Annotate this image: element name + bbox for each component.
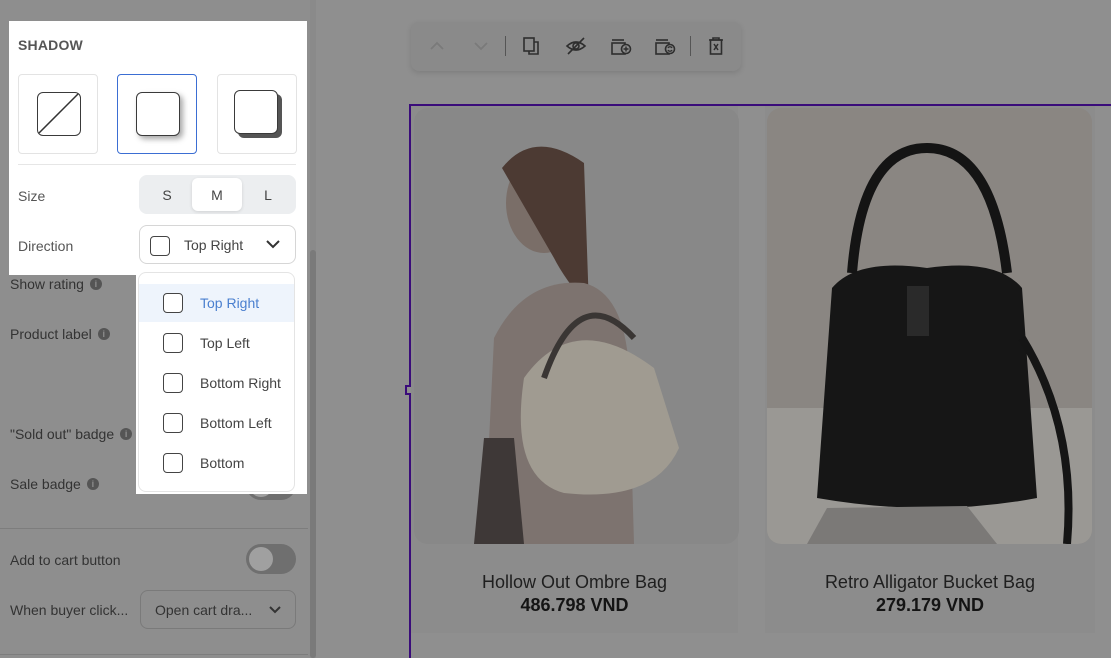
popover-divider (18, 164, 296, 165)
soft-shadow-icon (136, 92, 180, 136)
direction-option-bottom[interactable]: Bottom (139, 444, 294, 482)
shadow-option-none[interactable] (18, 74, 98, 154)
shadow-option-hard[interactable] (217, 74, 297, 154)
no-shadow-icon (37, 92, 81, 136)
info-icon[interactable]: i (97, 328, 110, 340)
direction-label: Direction (18, 238, 74, 254)
sidebar-scrollbar-thumb[interactable] (310, 250, 316, 658)
add-to-cart-toggle[interactable] (246, 544, 296, 574)
direction-option-label: Bottom Left (200, 415, 272, 431)
shadow-direction-swatch-icon (163, 413, 183, 433)
size-label: Size (18, 188, 46, 204)
when-buyer-click-row: When buyer click... (10, 602, 128, 618)
sidebar-divider (0, 528, 308, 529)
shadow-option-soft[interactable] (117, 74, 197, 154)
shadow-direction-swatch-icon (163, 293, 183, 313)
when-buyer-click-value: Open cart dra... (155, 601, 253, 618)
shadow-direction-swatch-icon (163, 333, 183, 353)
direction-option-bottom-right[interactable]: Bottom Right (139, 364, 294, 402)
product-label-label: Product label (10, 326, 92, 342)
product-price: 279.179 VND (875, 595, 985, 615)
chevron-down-icon[interactable] (469, 34, 493, 58)
direction-select[interactable]: Top Right (139, 225, 296, 264)
show-rating-row: Show rating i (10, 276, 102, 292)
product-name[interactable]: Hollow Out Ombre Bag (411, 572, 738, 593)
chevron-up-icon[interactable] (425, 34, 449, 58)
product-image[interactable] (767, 108, 1092, 544)
sale-badge-label: Sale badge (10, 476, 81, 492)
info-icon[interactable]: i (86, 478, 99, 490)
toolbar-separator (690, 36, 691, 56)
swap-icon[interactable] (653, 34, 677, 58)
direction-option-label: Bottom Right (200, 375, 281, 391)
direction-dropdown: Top Right Top Left Bottom Right Bottom L… (136, 270, 307, 494)
sale-badge-row: Sale badge i (10, 476, 99, 492)
product-image[interactable] (414, 108, 739, 544)
delete-icon[interactable] (704, 34, 728, 58)
hard-shadow-icon (234, 90, 278, 134)
chevron-down-icon (269, 601, 281, 620)
direction-option-top-left[interactable]: Top Left (139, 324, 294, 362)
when-buyer-click-select[interactable]: Open cart dra... (140, 590, 296, 629)
size-option-m[interactable]: M (192, 178, 242, 211)
direction-option-top-right[interactable]: Top Right (139, 284, 294, 322)
shadow-direction-swatch-icon (163, 373, 183, 393)
sold-out-badge-label: "Sold out" badge (10, 426, 115, 442)
direction-option-label: Top Left (200, 335, 250, 351)
product-card[interactable]: Retro Alligator Bucket Bag 279.179 VND (765, 106, 1095, 633)
add-section-icon[interactable] (609, 34, 633, 58)
when-buyer-click-label: When buyer click... (10, 602, 129, 618)
chevron-down-icon (265, 233, 281, 255)
size-segmented-control: S M L (139, 175, 296, 214)
shadow-direction-swatch-icon (150, 236, 170, 256)
sidebar-divider (0, 654, 308, 655)
product-label-row: Product label i (10, 326, 110, 342)
info-icon[interactable]: i (120, 428, 133, 440)
direction-options-list: Top Right Top Left Bottom Right Bottom L… (138, 272, 295, 492)
section-toolbar (411, 22, 741, 71)
sold-out-badge-row: "Sold out" badge i (10, 426, 133, 442)
size-option-l[interactable]: L (243, 178, 293, 211)
add-to-cart-row: Add to cart button (10, 552, 121, 568)
direction-option-label: Top Right (200, 295, 260, 311)
direction-option-label: Bottom (200, 455, 245, 471)
hide-icon[interactable] (564, 34, 588, 58)
product-card[interactable]: Hollow Out Ombre Bag 486.798 VND (411, 106, 739, 633)
direction-option-bottom-left[interactable]: Bottom Left (139, 404, 294, 442)
add-to-cart-label: Add to cart button (10, 552, 121, 568)
product-name[interactable]: Retro Alligator Bucket Bag (765, 572, 1095, 593)
shadow-direction-swatch-icon (163, 453, 183, 473)
shadow-title: SHADOW (18, 37, 83, 53)
shadow-settings-popover: SHADOW Size S M L Direction Top Right (9, 21, 307, 275)
direction-value: Top Right (184, 237, 244, 253)
info-icon[interactable]: i (89, 278, 102, 290)
size-option-s[interactable]: S (142, 178, 192, 211)
toolbar-separator (505, 36, 506, 56)
show-rating-label: Show rating (10, 276, 84, 292)
duplicate-icon[interactable] (519, 34, 543, 58)
product-price: 486.798 VND (520, 595, 629, 615)
